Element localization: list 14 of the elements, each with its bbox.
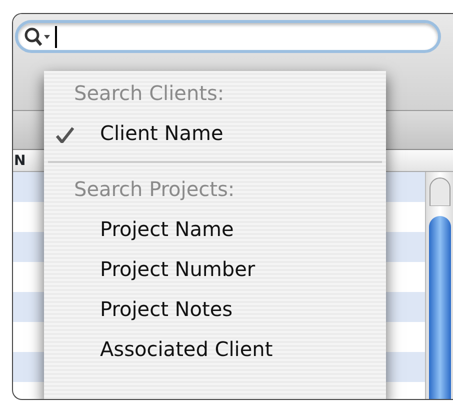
- menu-item[interactable]: Client Name: [100, 118, 224, 148]
- search-field[interactable]: [15, 20, 441, 53]
- column-header[interactable]: N: [14, 153, 26, 169]
- menu-item[interactable]: Project Number: [100, 254, 256, 284]
- menu-section-heading: Search Clients:: [74, 81, 224, 105]
- menu-item[interactable]: Project Notes: [100, 294, 233, 324]
- menu-item[interactable]: Associated Client: [100, 334, 273, 364]
- text-cursor: [55, 26, 56, 48]
- menu-section-heading: Search Projects:: [74, 177, 235, 201]
- scroll-thumb[interactable]: [429, 216, 451, 399]
- scrollbar[interactable]: [425, 172, 453, 399]
- menu-item[interactable]: Project Name: [100, 214, 234, 244]
- scroll-arrow-icon[interactable]: [429, 176, 451, 206]
- search-icon[interactable]: [24, 26, 52, 48]
